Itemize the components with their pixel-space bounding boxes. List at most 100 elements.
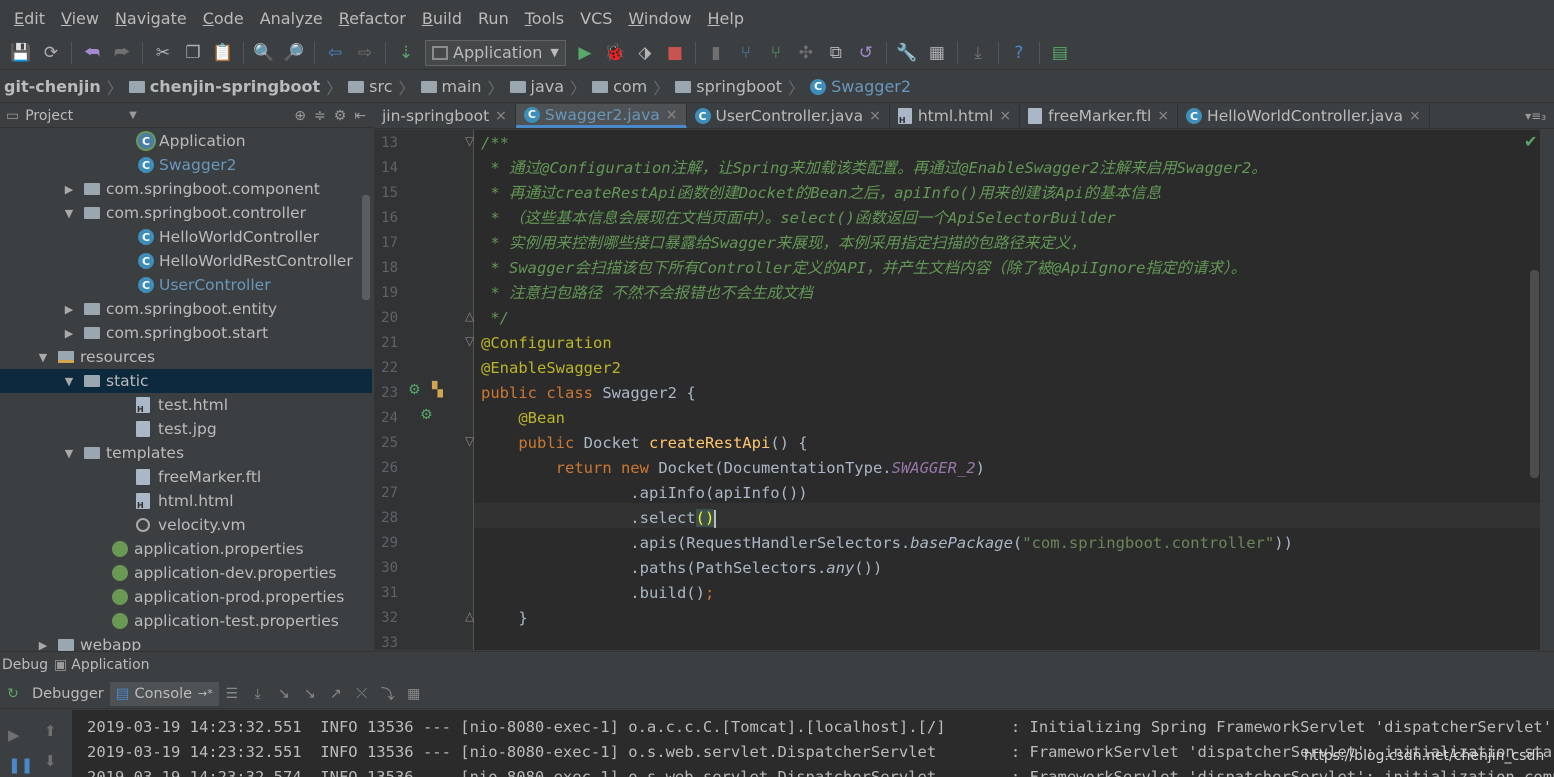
replace-icon[interactable]: 🔎 <box>281 40 307 66</box>
bean-navigate-icon[interactable]: ⚙ <box>420 407 433 423</box>
stop-icon[interactable]: ■ <box>662 40 688 66</box>
force-step-into-icon[interactable]: ↘ <box>297 686 323 702</box>
collapse-icon[interactable]: ▼ <box>36 351 50 364</box>
menu-item-refactor[interactable]: Refactor <box>331 9 414 28</box>
redo-icon[interactable]: ⮫ <box>109 40 135 66</box>
breadcrumb-item[interactable]: java 〉 <box>509 75 593 99</box>
save-icon[interactable]: 💾 <box>8 40 34 66</box>
tree-item[interactable]: application.properties <box>0 537 372 561</box>
collapse-icon[interactable]: ▼ <box>62 447 76 460</box>
fold-icon[interactable]: ▽ <box>465 334 474 348</box>
tree-item[interactable]: ▼ resources <box>0 345 372 369</box>
tab-debugger[interactable]: Debugger <box>26 682 110 706</box>
tree-item[interactable]: C HelloWorldController <box>0 225 372 249</box>
collapse-icon[interactable]: ▼ <box>62 375 76 388</box>
tree-item[interactable]: ▼ com.springboot.controller <box>0 201 372 225</box>
collapse-icon[interactable]: ▼ <box>62 207 76 220</box>
breadcrumb-item[interactable]: springboot 〉 <box>675 75 810 99</box>
tree-item[interactable]: ▶ com.springboot.component <box>0 177 372 201</box>
close-icon[interactable]: × <box>1409 108 1421 124</box>
menu-item-window[interactable]: Window <box>620 9 699 28</box>
tree-item[interactable]: velocity.vm <box>0 513 372 537</box>
tab-usercontroller-java[interactable]: C UserController.java × <box>687 104 890 128</box>
forward-icon[interactable]: ⇨ <box>352 40 378 66</box>
tab-html-html[interactable]: html.html × <box>890 104 1021 128</box>
drop-frame-icon[interactable]: ⤬ <box>349 686 375 702</box>
close-icon[interactable]: × <box>999 108 1011 124</box>
back-icon[interactable]: ⇦ <box>322 40 348 66</box>
step-over-icon[interactable]: ⤓ <box>245 686 271 702</box>
breadcrumb-item[interactable]: git-chenjin 〉 <box>4 75 129 99</box>
run-icon[interactable]: ▶ <box>572 40 598 66</box>
evaluate-icon[interactable]: ▦ <box>401 686 427 702</box>
tree-item[interactable]: ▶ webapp <box>0 633 372 651</box>
settings-icon[interactable]: 🔧 <box>894 40 920 66</box>
rerun-icon[interactable]: ↻ <box>0 686 26 702</box>
breadcrumb-item[interactable]: main 〉 <box>420 75 510 99</box>
tab-list-icon[interactable]: ▾≡₃ <box>1517 104 1554 128</box>
fold-icon[interactable]: △ <box>465 609 474 623</box>
close-icon[interactable]: × <box>869 108 881 124</box>
resume-icon[interactable]: ▶ <box>8 726 20 744</box>
expand-icon[interactable]: ▶ <box>36 639 50 652</box>
breadcrumb-item[interactable]: com 〉 <box>592 75 675 99</box>
vcs-history-icon[interactable]: ⧉ <box>823 40 849 66</box>
pause-icon[interactable]: ❚❚ <box>8 756 33 774</box>
tab-console[interactable]: ▤ Console →* <box>109 681 219 706</box>
tab-freemarker-ftl[interactable]: freeMarker.ftl × <box>1020 104 1179 128</box>
menu-item-code[interactable]: Code <box>195 9 252 28</box>
structure-icon[interactable]: ▚ <box>432 382 443 398</box>
vcs-commit-icon[interactable]: ⑂ <box>763 40 789 66</box>
tab-swagger2-java[interactable]: C Swagger2.java × <box>515 104 687 128</box>
gear-icon[interactable]: ⚙ <box>334 108 347 124</box>
collapse-icon[interactable]: ≑ <box>314 108 326 124</box>
tree-item[interactable]: C UserController <box>0 273 372 297</box>
down-arrow-icon[interactable]: ⬇ <box>44 752 57 770</box>
tree-item[interactable]: ▶ com.springboot.entity <box>0 297 372 321</box>
tree-item[interactable]: ▶ com.springboot.start <box>0 321 372 345</box>
close-icon[interactable]: × <box>666 107 678 123</box>
frames-icon[interactable]: ☰ <box>219 686 245 702</box>
paste-icon[interactable]: 📋 <box>210 40 236 66</box>
menu-item-build[interactable]: Build <box>414 9 470 28</box>
spring-bean-icon[interactable]: ⚙ <box>408 382 421 398</box>
breadcrumb-item[interactable]: chenjin-springboot 〉 <box>128 75 348 99</box>
chevron-down-icon[interactable]: ▼ <box>129 110 137 121</box>
editor-scrollbar[interactable] <box>1530 270 1539 478</box>
tree-item[interactable]: html.html <box>0 489 372 513</box>
help-icon[interactable]: ? <box>1006 40 1032 66</box>
close-icon[interactable]: × <box>1157 108 1169 124</box>
menu-item-view[interactable]: View <box>53 9 107 28</box>
tree-item[interactable]: application-test.properties <box>0 609 372 633</box>
menu-item-tools[interactable]: Tools <box>517 9 572 28</box>
fold-icon[interactable]: ▽ <box>465 434 474 448</box>
up-arrow-icon[interactable]: ⬆ <box>44 722 57 740</box>
tree-scrollbar[interactable] <box>362 195 370 300</box>
tree-item[interactable]: application-prod.properties <box>0 585 372 609</box>
step-out-icon[interactable]: ↗ <box>323 686 349 702</box>
breadcrumb-item[interactable]: C Swagger2 <box>810 77 911 96</box>
copy-icon[interactable]: ❐ <box>180 40 206 66</box>
console-output[interactable]: ▶ ⬆ ❚❚ ⬇ 2019-03-19 14:23:32.551 INFO 13… <box>0 710 1554 777</box>
tab-helloworldcontroller-java[interactable]: C HelloWorldController.java × <box>1178 104 1430 128</box>
tree-item[interactable]: C Application <box>0 129 372 153</box>
plugin-icon[interactable]: ▤ <box>1047 40 1073 66</box>
step-into-icon[interactable]: ↘ <box>271 686 297 702</box>
menu-item-help[interactable]: Help <box>700 9 752 28</box>
tree-item[interactable]: C Swagger2 <box>0 153 372 177</box>
tree-item[interactable]: ▼ templates <box>0 441 372 465</box>
tree-item[interactable]: ▼ static <box>0 369 372 393</box>
debug-config-label[interactable]: Application <box>71 657 149 673</box>
vcs-revert-icon[interactable]: ↺ <box>853 40 879 66</box>
project-panel-title[interactable]: Project <box>25 108 73 124</box>
tree-item[interactable]: freeMarker.ftl <box>0 465 372 489</box>
download-icon[interactable]: ⤓ <box>965 40 991 66</box>
tab-jin-springboot[interactable]: jin-springboot × <box>374 104 516 128</box>
find-icon[interactable]: 🔍 <box>251 40 277 66</box>
vcs-compare-icon[interactable]: ✣ <box>793 40 819 66</box>
menu-item-analyze[interactable]: Analyze <box>252 9 331 28</box>
close-icon[interactable]: × <box>495 108 507 124</box>
menu-item-run[interactable]: Run <box>470 9 517 28</box>
coverage-icon[interactable]: ⬗ <box>632 40 658 66</box>
hide-icon[interactable]: ⇤ <box>354 108 366 124</box>
